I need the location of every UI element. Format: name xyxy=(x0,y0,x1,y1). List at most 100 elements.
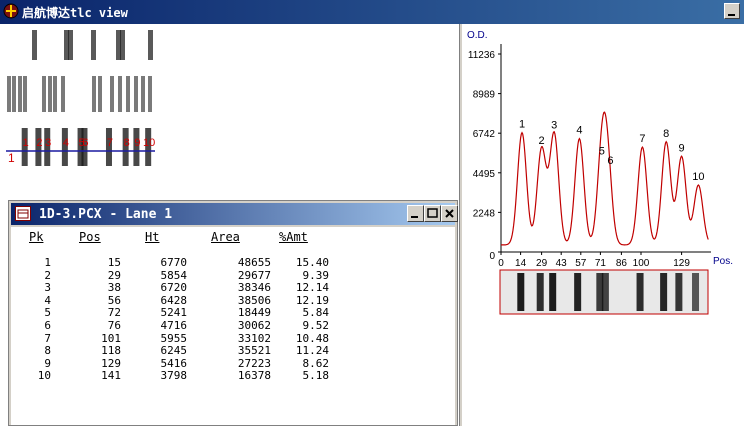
gel-image[interactable]: 1 1 2 3 4 56 7 8 9 10 xyxy=(0,24,459,204)
table-cell-amt: 15.40 xyxy=(295,256,329,269)
lane-band xyxy=(536,273,544,311)
gel-peak-label: 1 xyxy=(23,137,29,149)
x-tick-label: 129 xyxy=(673,258,690,269)
table-cell-area: 35521 xyxy=(237,344,271,358)
lane-band xyxy=(517,273,525,311)
dialog-close-button[interactable] xyxy=(441,205,458,222)
table-cell-area: 16378 xyxy=(237,369,271,383)
minimize-icon xyxy=(411,216,418,218)
lane-band xyxy=(574,273,582,311)
table-cell-pk: 9 xyxy=(44,356,51,370)
table-cell-pk: 8 xyxy=(44,344,51,358)
gel-band xyxy=(134,76,138,112)
app-title: 启航博达tlc view xyxy=(22,6,128,20)
peak-label: 7 xyxy=(639,133,645,145)
table-cell-amt: 10.48 xyxy=(295,331,329,345)
table-cell-pk: 6 xyxy=(44,319,51,332)
gel-band xyxy=(7,76,11,112)
peak-label: 2 xyxy=(539,135,545,147)
table-cell-amt: 9.39 xyxy=(302,268,330,282)
x-tick-label: 86 xyxy=(616,258,628,269)
table-cell-ht: 5241 xyxy=(160,306,188,320)
table-cell-pos: 56 xyxy=(107,293,121,307)
table-cell-area: 18449 xyxy=(237,306,271,320)
y-axis-label: O.D. xyxy=(467,30,488,41)
lane-band xyxy=(660,273,668,311)
table-cell-ht: 6720 xyxy=(160,281,188,295)
column-header-ht: Ht xyxy=(145,230,160,244)
table-cell-pk: 3 xyxy=(44,281,51,295)
lane-dialog: 1D-3.PCX - Lane 1 Pk Pos Ht Area %Amt 11… xyxy=(8,200,458,426)
gel-band xyxy=(48,76,52,112)
table-cell-amt: 12.19 xyxy=(295,293,329,307)
gel-band xyxy=(42,76,46,112)
table-cell-pos: 129 xyxy=(101,356,121,370)
table-cell-pos: 76 xyxy=(107,319,121,332)
gel-peak-label: 10 xyxy=(143,137,155,149)
gel-band xyxy=(32,30,37,60)
dialog-minimize-button[interactable] xyxy=(407,205,424,222)
lane-dialog-title: 1D-3.PCX - Lane 1 xyxy=(39,207,173,222)
gel-band xyxy=(98,76,102,112)
x-tick-label: 43 xyxy=(556,258,568,269)
x-tick-label: 57 xyxy=(575,258,587,269)
x-tick-label: 71 xyxy=(595,258,607,269)
peak-label: 10 xyxy=(692,171,704,183)
table-cell-pk: 1 xyxy=(44,256,51,269)
dialog-maximize-button[interactable] xyxy=(424,205,441,222)
table-cell-pk: 7 xyxy=(44,331,51,345)
table-cell-amt: 5.18 xyxy=(302,369,330,383)
table-cell-pk: 10 xyxy=(37,369,51,383)
lane-band xyxy=(675,273,683,311)
table-cell-amt: 11.24 xyxy=(295,344,329,358)
gel-peak-label: 6 xyxy=(82,137,88,149)
peak-label: 5 xyxy=(599,146,605,158)
x-tick-label: 14 xyxy=(515,258,527,269)
od-profile-line xyxy=(501,111,709,246)
table-cell-area: 38506 xyxy=(237,293,271,307)
y-tick-label: 2248 xyxy=(473,208,496,219)
minimize-button[interactable] xyxy=(724,3,740,19)
maximize-icon xyxy=(427,208,438,218)
peak-label: 3 xyxy=(551,120,557,132)
y-tick-label: 0 xyxy=(489,251,495,262)
table-cell-pos: 38 xyxy=(107,281,121,295)
table-cell-amt: 12.14 xyxy=(295,281,329,295)
densitometry-pane: O.D. Pos. 0 2248 4495 6742 8989 11236 0 14 29 43 5… xyxy=(463,24,744,426)
table-cell-ht: 3798 xyxy=(160,369,188,383)
table-cell-amt: 8.62 xyxy=(302,356,330,370)
peak-label: 4 xyxy=(576,125,582,137)
column-header-pos: Pos xyxy=(79,230,101,244)
app-logo-icon xyxy=(3,3,19,19)
gel-band xyxy=(110,76,114,112)
lane-dialog-title-bar[interactable]: 1D-3.PCX - Lane 1 xyxy=(11,203,458,225)
y-tick-label: 4495 xyxy=(473,169,496,180)
gel-band xyxy=(92,76,96,112)
table-cell-pos: 118 xyxy=(101,344,121,358)
table-cell-amt: 9.52 xyxy=(302,319,330,332)
gel-band xyxy=(141,76,145,112)
table-cell-area: 38346 xyxy=(237,281,271,295)
table-cell-ht: 6245 xyxy=(160,344,188,358)
table-cell-ht: 6770 xyxy=(160,256,188,269)
peak-table: Pk Pos Ht Area %Amt 1 15 6770 48655 15.40 2 29… xyxy=(11,227,455,425)
table-cell-area: 27223 xyxy=(237,356,271,370)
minimize-icon xyxy=(728,14,735,16)
table-cell-pk: 2 xyxy=(44,268,51,282)
lane-band xyxy=(601,273,609,311)
column-header-amt: %Amt xyxy=(279,230,308,244)
x-tick-label: 100 xyxy=(633,258,650,269)
app-title-bar: 启航博达tlc view xyxy=(0,0,744,24)
y-tick-label: 11236 xyxy=(468,50,496,61)
table-cell-pos: 101 xyxy=(101,331,121,345)
peak-label: 8 xyxy=(663,128,669,140)
peak-label: 9 xyxy=(679,143,685,155)
table-cell-pos: 141 xyxy=(101,369,121,383)
y-tick-label: 6742 xyxy=(473,129,496,140)
gel-peak-label: 7 xyxy=(107,137,113,149)
lane-band xyxy=(549,273,557,311)
table-cell-ht: 5955 xyxy=(160,331,188,345)
column-header-pk: Pk xyxy=(29,230,44,244)
gel-band xyxy=(68,30,73,60)
peak-label: 6 xyxy=(607,155,613,167)
